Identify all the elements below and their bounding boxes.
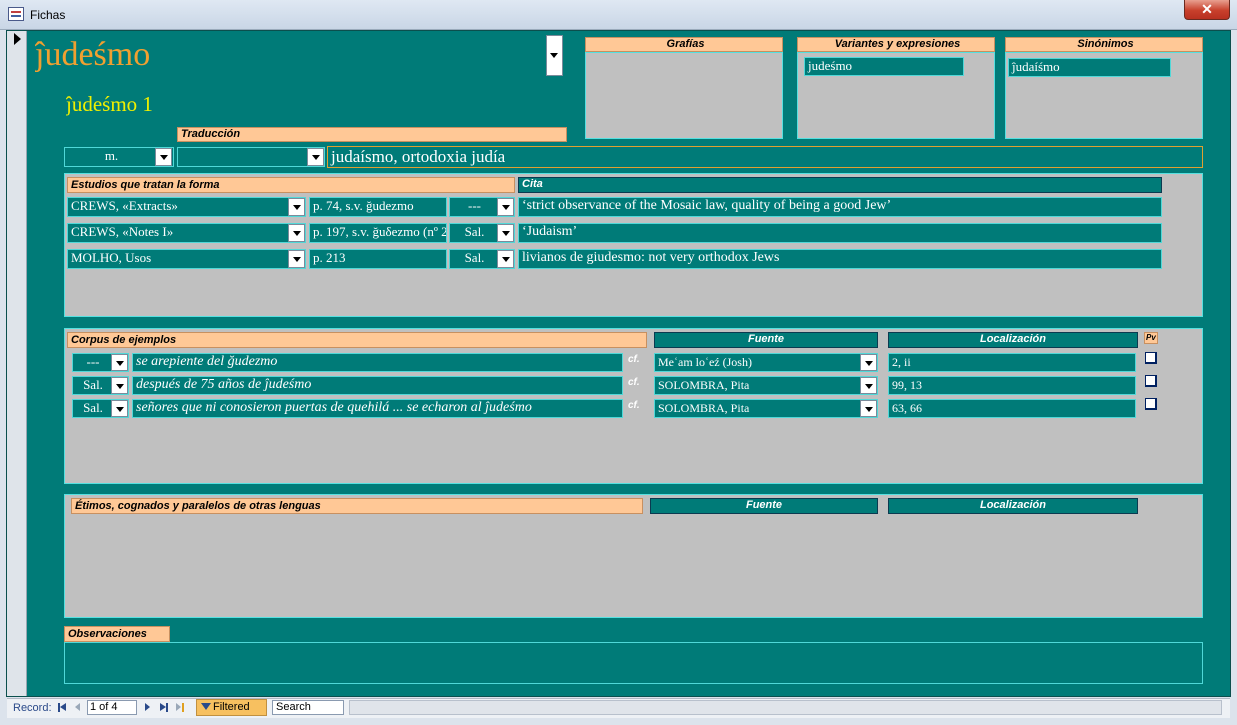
observaciones-header: Observaciones <box>64 626 170 642</box>
corpus-localizacion[interactable]: 63, 66 <box>888 399 1136 418</box>
pv-checkbox[interactable] <box>1145 398 1157 410</box>
pv-checkbox[interactable] <box>1145 352 1157 364</box>
previous-record-icon[interactable] <box>75 703 80 711</box>
estudio-page[interactable]: p. 74, s.v. ğudezmo <box>309 197 447 217</box>
last-record-icon[interactable] <box>160 703 169 712</box>
grafias-panel <box>585 52 783 139</box>
fuente-dropdown-icon[interactable] <box>860 400 877 417</box>
corpus-header: Corpus de ejemplos <box>67 332 647 348</box>
etimos-localizacion-header: Localización <box>888 498 1138 514</box>
source-dropdown-icon[interactable] <box>288 250 305 268</box>
source-dropdown-icon[interactable] <box>288 224 305 242</box>
current-record-input[interactable]: 1 of 4 <box>87 700 137 715</box>
estudio-page[interactable]: p. 213 <box>309 249 447 269</box>
corpus-localizacion[interactable]: 99, 13 <box>888 376 1136 395</box>
variantes-header: Variantes y expresiones <box>797 37 995 52</box>
fuente-dropdown-icon[interactable] <box>860 377 877 394</box>
corpus-example[interactable]: se arepiente del ğudezmo <box>132 353 623 372</box>
type-dropdown-icon[interactable] <box>307 148 324 166</box>
traduccion-type-field[interactable] <box>177 147 325 167</box>
region-dropdown-icon[interactable] <box>497 198 514 216</box>
fuente-dropdown-icon[interactable] <box>860 354 877 371</box>
grafias-header: Grafías <box>585 37 783 52</box>
cf-label: cf. <box>628 354 640 365</box>
estudio-source[interactable]: CREWS, «Extracts» <box>67 197 306 217</box>
pv-checkbox[interactable] <box>1145 375 1157 387</box>
pv-header: Pv <box>1144 332 1158 344</box>
chevron-down-icon <box>550 53 558 58</box>
form-icon <box>8 7 24 21</box>
corpus-example[interactable]: después de 75 años de ĵudeśmo <box>132 376 623 395</box>
first-record-icon[interactable] <box>58 703 67 712</box>
record-selector[interactable] <box>7 31 27 696</box>
estudio-source[interactable]: MOLHO, Usos <box>67 249 306 269</box>
estudio-source[interactable]: CREWS, «Notes I» <box>67 223 306 243</box>
estudios-panel <box>64 173 1203 317</box>
region-dropdown-icon[interactable] <box>111 400 128 417</box>
region-dropdown-icon[interactable] <box>497 250 514 268</box>
filter-icon <box>201 703 211 710</box>
estudio-page[interactable]: p. 197, s.v. ğuδezmo (nº 2 <box>309 223 447 243</box>
gender-dropdown-icon[interactable] <box>155 148 172 166</box>
corpus-fuente-header: Fuente <box>654 332 878 348</box>
filtered-label: Filtered <box>213 701 250 713</box>
current-record-arrow-icon <box>14 33 21 45</box>
new-record-icon[interactable] <box>176 703 185 712</box>
estudio-cita[interactable]: ‘strict observance of the Mosaic law, qu… <box>518 197 1162 217</box>
horizontal-scrollbar[interactable] <box>349 700 1222 715</box>
region-dropdown-icon[interactable] <box>497 224 514 242</box>
record-label: Record: <box>13 702 52 714</box>
region-dropdown-icon[interactable] <box>111 377 128 394</box>
estudio-cita[interactable]: ‘Judaism’ <box>518 223 1162 243</box>
search-input[interactable]: Search <box>272 700 344 715</box>
title-bar <box>0 0 1237 30</box>
subheadword: ĵudeśmo 1 <box>66 92 153 116</box>
etimos-header: Étimos, cognados y paralelos de otras le… <box>71 498 643 514</box>
corpus-localizacion[interactable]: 2, ii <box>888 353 1136 372</box>
etimos-fuente-header: Fuente <box>650 498 878 514</box>
corpus-fuente[interactable]: Meʿam loʿeź (Josh) <box>654 353 878 372</box>
window-title: Fichas <box>30 8 66 22</box>
estudio-cita[interactable]: livianos de giudesmo: not very orthodox … <box>518 249 1162 269</box>
corpus-example[interactable]: señores que ni conosieron puertas de que… <box>132 399 623 418</box>
entry-selector-dropdown[interactable] <box>546 35 563 76</box>
cita-header: Cita <box>518 177 1162 193</box>
region-dropdown-icon[interactable] <box>111 354 128 371</box>
corpus-fuente[interactable]: SOLOMBRA, Pita <box>654 399 878 418</box>
variante-item[interactable]: judeśmo <box>804 57 964 76</box>
next-record-icon[interactable] <box>145 703 150 711</box>
source-dropdown-icon[interactable] <box>288 198 305 216</box>
headword-title: ĵudeśmo <box>35 36 151 73</box>
close-button[interactable]: ✕ <box>1184 0 1230 20</box>
corpus-fuente[interactable]: SOLOMBRA, Pita <box>654 376 878 395</box>
sinonimo-item[interactable]: ĵudaíśmo <box>1008 58 1171 77</box>
traduccion-header: Traducción <box>177 127 567 142</box>
observaciones-field[interactable] <box>64 642 1203 684</box>
estudios-header: Estudios que tratan la forma <box>67 177 515 193</box>
corpus-localizacion-header: Localización <box>888 332 1138 348</box>
cf-label: cf. <box>628 400 640 411</box>
sinonimos-header: Sinónimos <box>1005 37 1203 52</box>
filtered-button[interactable]: Filtered <box>196 699 267 716</box>
cf-label: cf. <box>628 377 640 388</box>
traduccion-field[interactable]: judaísmo, ortodoxia judía <box>327 146 1203 168</box>
